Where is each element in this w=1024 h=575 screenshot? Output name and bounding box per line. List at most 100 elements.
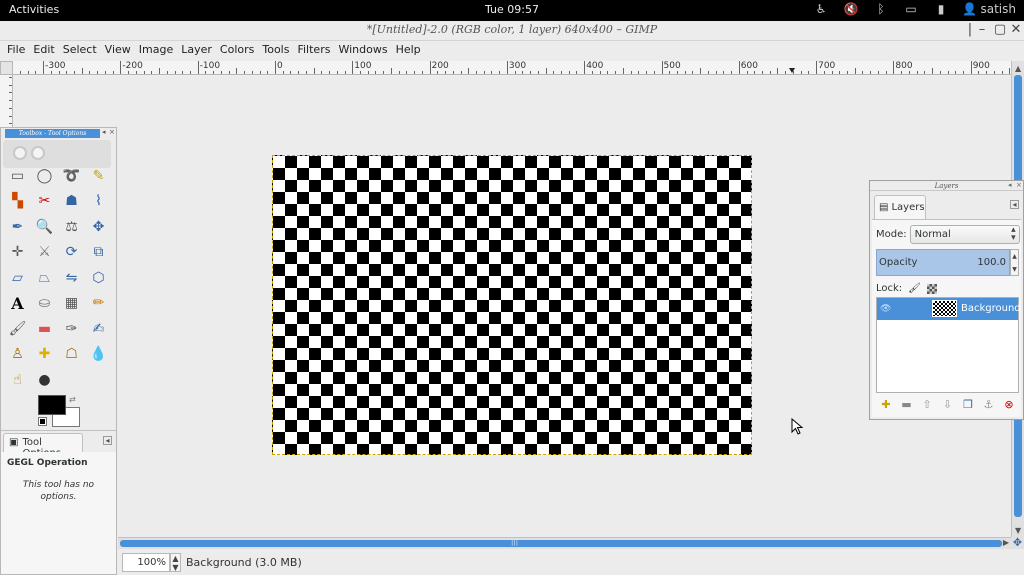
menu-tools[interactable]: Tools: [258, 41, 293, 61]
tab-tool-options[interactable]: ▣ Tool Options: [3, 433, 83, 459]
ruler-minor-tick: [537, 71, 539, 74]
paintbrush-tool-icon[interactable]: 🖌: [4, 316, 31, 341]
bucket-fill-tool-icon[interactable]: ⛀: [31, 291, 58, 316]
maximize-button[interactable]: ▢: [992, 22, 1008, 37]
ruler-minor-tick: [847, 71, 849, 74]
scroll-up-icon[interactable]: ▲: [1015, 64, 1021, 73]
zoom-dropdown-icon[interactable]: ▲ ▼: [170, 553, 181, 572]
horizontal-scroll-thumb[interactable]: [120, 540, 1002, 547]
dock-menu-icon[interactable]: ◂: [1008, 181, 1012, 189]
new-group-icon[interactable]: ▬: [899, 397, 915, 413]
rect-select-tool-icon[interactable]: ▭: [4, 163, 31, 188]
blur-tool-icon[interactable]: 💧: [85, 342, 112, 367]
swap-colors-icon[interactable]: ⇄: [69, 395, 76, 404]
menu-layer[interactable]: Layer: [177, 41, 216, 61]
rotate-tool-icon[interactable]: ⟳: [58, 240, 85, 265]
image-canvas[interactable]: [272, 155, 752, 455]
menu-colors[interactable]: Colors: [216, 41, 258, 61]
layer-row[interactable]: 👁 Background: [877, 298, 1021, 320]
tab-layers[interactable]: ▤ Layers: [874, 195, 926, 219]
layers-dock-title[interactable]: Layers: [870, 181, 1023, 191]
tab-menu-icon[interactable]: ◂: [1010, 200, 1019, 209]
scroll-right-icon[interactable]: ▶: [1003, 538, 1009, 547]
align-tool-icon[interactable]: ✛: [4, 240, 31, 265]
duplicate-layer-icon[interactable]: ❐: [960, 397, 976, 413]
flip-tool-icon[interactable]: ⇋: [58, 265, 85, 290]
eye-icon[interactable]: 👁: [880, 304, 891, 314]
free-select-tool-icon[interactable]: ➰: [58, 163, 85, 188]
anchor-layer-icon[interactable]: ⚓: [981, 397, 997, 413]
pencil-tool-icon[interactable]: ✏: [85, 291, 112, 316]
color-picker-tool-icon[interactable]: ✒: [4, 214, 31, 239]
dock-close-icon[interactable]: ×: [1016, 181, 1022, 189]
measure-tool-icon[interactable]: ⚖: [58, 214, 85, 239]
foreground-color-swatch[interactable]: [38, 395, 66, 415]
zoom-tool-icon[interactable]: 🔍: [31, 214, 58, 239]
perspective-tool-icon[interactable]: ⏢: [31, 265, 58, 290]
dock-menu-icon[interactable]: ◂: [102, 128, 106, 136]
close-button[interactable]: ✕: [1008, 22, 1024, 37]
default-colors-icon[interactable]: [38, 417, 47, 426]
crop-tool-icon[interactable]: ⚔: [31, 240, 58, 265]
scale-tool-icon[interactable]: ⧉: [85, 240, 112, 265]
menu-edit[interactable]: Edit: [29, 41, 58, 61]
eraser-tool-icon[interactable]: ▬: [31, 316, 58, 341]
shear-tool-icon[interactable]: ▱: [4, 265, 31, 290]
menu-windows[interactable]: Windows: [334, 41, 391, 61]
minimize-button[interactable]: –: [974, 22, 990, 37]
accessibility-icon[interactable]: ♿: [806, 2, 836, 16]
ellipse-select-tool-icon[interactable]: ◯: [31, 163, 58, 188]
opacity-slider[interactable]: Opacity 100.0: [876, 249, 1010, 276]
menu-file[interactable]: File: [3, 41, 29, 61]
dock-close-icon[interactable]: ×: [109, 128, 115, 136]
menu-help[interactable]: Help: [392, 41, 425, 61]
lower-layer-icon[interactable]: ⇩: [940, 397, 956, 413]
quick-mask-toggle[interactable]: [0, 61, 13, 75]
dodge-burn-tool-icon[interactable]: ●: [31, 367, 58, 392]
toolbox-title[interactable]: Toolbox - Tool Options: [5, 129, 100, 138]
ruler-label: -100: [199, 61, 221, 71]
lock-pixels-icon[interactable]: 🖌: [908, 283, 921, 294]
menu-select[interactable]: Select: [59, 41, 101, 61]
clock[interactable]: Tue 09:57: [485, 3, 539, 16]
raise-layer-icon[interactable]: ⇧: [919, 397, 935, 413]
paths-tool-icon[interactable]: ⌇: [85, 189, 112, 214]
ink-tool-icon[interactable]: ✍: [85, 316, 112, 341]
horizontal-scrollbar[interactable]: ||| ▶: [118, 537, 1011, 549]
user-menu[interactable]: 👤 satish: [956, 2, 1016, 16]
display-icon[interactable]: ▭: [896, 2, 926, 16]
lock-alpha-icon[interactable]: [926, 283, 937, 294]
perspective-clone-tool-icon[interactable]: ☖: [58, 342, 85, 367]
navigate-icon[interactable]: ✥: [1011, 537, 1024, 549]
scissors-select-tool-icon[interactable]: ✂: [31, 189, 58, 214]
menu-filters[interactable]: Filters: [293, 41, 334, 61]
blend-tool-icon[interactable]: ▦: [58, 291, 85, 316]
fuzzy-select-tool-icon[interactable]: ✎: [85, 163, 112, 188]
move-tool-icon[interactable]: ✥: [85, 214, 112, 239]
foreground-select-tool-icon[interactable]: ☗: [58, 189, 85, 214]
ruler-label: 300: [508, 61, 527, 71]
clone-tool-icon[interactable]: ♙: [4, 342, 31, 367]
airbrush-tool-icon[interactable]: ✑: [58, 316, 85, 341]
volume-muted-icon[interactable]: 🔇: [836, 2, 866, 16]
battery-icon[interactable]: ▮: [926, 2, 956, 16]
new-layer-icon[interactable]: ✚: [878, 397, 894, 413]
color-select-tool-icon[interactable]: ▚: [4, 189, 31, 214]
opacity-spin-button[interactable]: ▲ ▼: [1010, 249, 1019, 276]
bluetooth-icon[interactable]: ᛒ: [866, 2, 896, 16]
scroll-down-icon[interactable]: ▼: [1015, 526, 1021, 535]
horizontal-ruler[interactable]: -300 -200 -100 0 100 200 300 400 500 600 700 800 900: [13, 61, 1011, 75]
menu-view[interactable]: View: [101, 41, 135, 61]
heal-tool-icon[interactable]: ✚: [31, 342, 58, 367]
delete-layer-icon[interactable]: ⊗: [1001, 397, 1017, 413]
text-tool-icon[interactable]: A: [4, 291, 31, 316]
menu-image[interactable]: Image: [135, 41, 177, 61]
zoom-field[interactable]: 100%: [122, 553, 170, 572]
activities-button[interactable]: Activities: [9, 3, 59, 16]
smudge-tool-icon[interactable]: ☝: [4, 367, 31, 392]
mode-select[interactable]: Normal ▴ ▾: [909, 225, 1020, 244]
user-icon: 👤: [962, 2, 977, 16]
cage-transform-tool-icon[interactable]: ⬡: [85, 265, 112, 290]
ruler-minor-tick: [336, 71, 338, 74]
tab-menu-icon[interactable]: ◂: [103, 436, 112, 445]
